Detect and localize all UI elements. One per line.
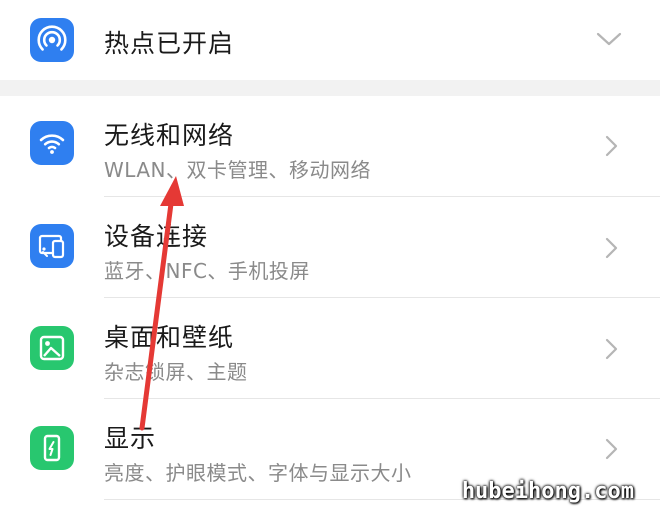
settings-item-wallpaper[interactable]: 桌面和壁纸 杂志锁屏、主题 (0, 298, 660, 398)
wallpaper-icon (30, 326, 74, 370)
wifi-icon (30, 121, 74, 165)
settings-item-subtitle: 杂志锁屏、主题 (104, 360, 248, 384)
chevron-right-icon (605, 135, 618, 157)
settings-item-subtitle: 蓝牙、NFC、手机投屏 (104, 259, 310, 283)
hotspot-label: 热点已开启 (104, 29, 235, 58)
settings-item-title: 设备连接 (104, 222, 209, 251)
settings-item-title: 无线和网络 (104, 121, 235, 150)
hotspot-row[interactable]: 热点已开启 (0, 0, 660, 80)
settings-item-title: 显示 (104, 424, 157, 453)
settings-item-device-connection[interactable]: 设备连接 蓝牙、NFC、手机投屏 (0, 197, 660, 297)
display-icon (30, 426, 74, 470)
device-connection-icon (30, 224, 74, 268)
chevron-down-icon[interactable] (596, 28, 622, 50)
settings-item-wireless[interactable]: 无线和网络 WLAN、双卡管理、移动网络 (0, 96, 660, 196)
settings-list: 无线和网络 WLAN、双卡管理、移动网络 设备连接 蓝牙、NFC、手机投屏 桌面… (0, 96, 660, 514)
chevron-right-icon (605, 338, 618, 360)
settings-item-subtitle: WLAN、双卡管理、移动网络 (104, 158, 372, 182)
hotspot-card: 热点已开启 (0, 0, 660, 80)
settings-item-subtitle: 亮度、护眼模式、字体与显示大小 (104, 461, 412, 485)
chevron-right-icon (605, 237, 618, 259)
hotspot-icon (30, 18, 74, 62)
settings-item-title: 桌面和壁纸 (104, 323, 235, 352)
watermark: hubeihong.com (461, 479, 634, 504)
chevron-right-icon (605, 438, 618, 460)
